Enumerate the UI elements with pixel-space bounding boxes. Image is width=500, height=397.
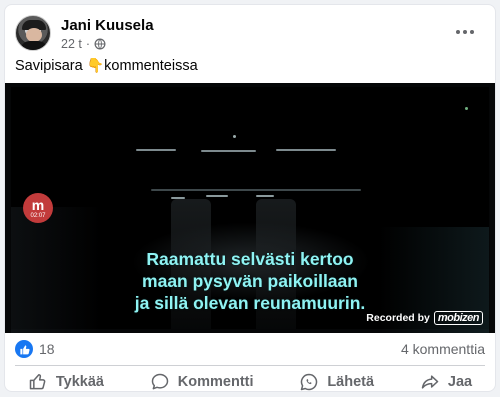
- comment-button[interactable]: Kommentti: [140, 369, 264, 391]
- recorder-badge: m 02:07: [23, 193, 53, 223]
- caption-line: Raamattu selvästi kertoo: [146, 249, 354, 269]
- share-button[interactable]: Jaa: [410, 369, 482, 391]
- send-button[interactable]: Lähetä: [289, 369, 384, 391]
- comments-count[interactable]: 4 kommenttia: [401, 341, 485, 357]
- send-label: Lähetä: [327, 374, 375, 390]
- video-player[interactable]: m 02:07 Raamattu selvästi kertoo maan py…: [5, 83, 495, 333]
- video-caption: Raamattu selvästi kertoo maan pysyvän pa…: [5, 248, 495, 314]
- like-button[interactable]: Tykkää: [18, 369, 114, 391]
- post-card: Jani Kuusela 22 t · Savipisara 👇kommente…: [4, 4, 496, 392]
- post-text-prefix: Savipisara: [15, 58, 87, 74]
- comment-label: Kommentti: [177, 374, 254, 390]
- more-options-icon[interactable]: [453, 23, 477, 41]
- reactions-count: 18: [39, 341, 55, 357]
- caption-line: maan pysyvän paikoillaan: [142, 271, 358, 291]
- thumbs-up-icon: [29, 374, 46, 390]
- messenger-icon: [301, 373, 318, 391]
- globe-icon: [94, 38, 106, 50]
- author-avatar[interactable]: [15, 15, 51, 51]
- author-name[interactable]: Jani Kuusela: [61, 17, 154, 34]
- post-meta: 22 t ·: [61, 37, 106, 51]
- post-stats: 18 4 kommenttia: [15, 338, 485, 360]
- pointing-down-emoji: 👇: [86, 57, 105, 73]
- share-label: Jaa: [447, 374, 473, 390]
- like-label: Tykkää: [55, 374, 104, 390]
- recorded-label: Recorded by: [366, 312, 430, 324]
- actions-divider: [15, 365, 485, 366]
- post-text: Savipisara 👇kommenteissa: [15, 57, 198, 74]
- post-header: Jani Kuusela 22 t ·: [15, 15, 485, 55]
- recorded-watermark: Recorded by mobizen: [366, 311, 483, 325]
- post-text-suffix: kommenteissa: [104, 58, 198, 74]
- badge-letter: m: [31, 196, 45, 213]
- post-actions: Tykkää Kommentti Lähetä Jaa: [5, 367, 495, 391]
- recorder-logo: mobizen: [433, 311, 483, 325]
- badge-time: 02:07: [30, 212, 46, 219]
- post-time[interactable]: 22 t: [61, 37, 82, 51]
- comment-icon: [151, 373, 169, 390]
- thumbs-up-reaction-icon: [15, 340, 33, 358]
- reactions-summary[interactable]: 18: [15, 340, 55, 358]
- meta-separator: ·: [85, 37, 91, 51]
- share-arrow-icon: [421, 375, 439, 389]
